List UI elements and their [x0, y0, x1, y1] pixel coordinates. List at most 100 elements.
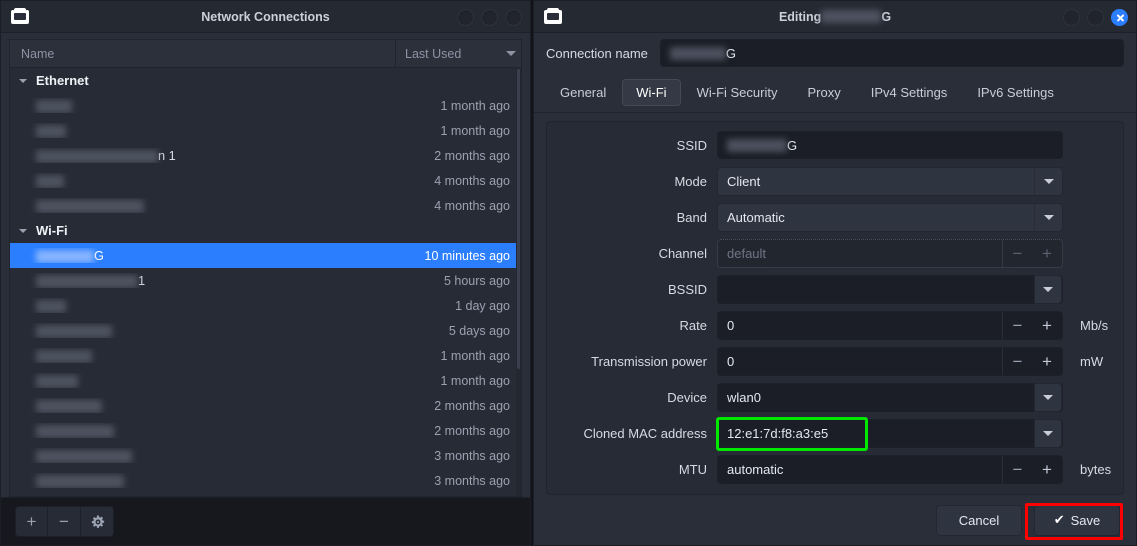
tab-ipv6-settings[interactable]: IPv6 Settings [963, 79, 1068, 106]
field-row-band: Band Automatic [559, 202, 1111, 232]
table-row[interactable]: xxxxn 1 2 months ago [10, 143, 521, 168]
field-row-bssid: BSSID [559, 274, 1111, 304]
rate-spinner[interactable]: 0 − + [717, 310, 1063, 340]
connection-name-cell: xxxxn 1 [10, 147, 409, 164]
chevron-down-icon[interactable] [1034, 203, 1062, 231]
table-row[interactable]: xxxx 1 month ago [10, 368, 521, 393]
ssid-input[interactable]: xxxxG [717, 131, 1063, 159]
table-row[interactable]: xxxx 2 months ago [10, 418, 521, 443]
connections-list: Name Last Used Ethernetxxxx1 month agoxx… [9, 39, 522, 497]
channel-decrement-button[interactable]: − [1002, 239, 1032, 267]
mode-dropdown[interactable]: Client [717, 166, 1063, 196]
field-row-rate: Rate 0 − + Mb/s [559, 310, 1111, 340]
table-row[interactable]: xxxxG 10 minutes ago [10, 243, 521, 268]
right-window-controls [1063, 1, 1128, 33]
table-row[interactable]: xxxx 1 day ago [10, 293, 521, 318]
field-label-ssid: SSID [676, 137, 707, 153]
transmission-power-spinner[interactable]: 0 − + [717, 346, 1063, 376]
chevron-down-icon[interactable] [1034, 382, 1062, 412]
tab-wi-fi[interactable]: Wi-Fi [622, 79, 681, 106]
transmission-power-increment-button[interactable]: + [1032, 348, 1062, 375]
close-button[interactable] [505, 8, 522, 26]
connection-name-row: Connection name xxxxxxxG [534, 33, 1136, 73]
field-control-device: wlan0 [717, 382, 1063, 412]
rate-decrement-button[interactable]: − [1002, 311, 1032, 339]
field-row-cloned-mac-address: Cloned MAC address 12:e1:7d:f8:a3:e5 [559, 416, 1111, 451]
table-row[interactable]: xxxx 5 days ago [10, 318, 521, 343]
rate-increment-button[interactable]: + [1032, 312, 1062, 339]
connection-name-cell: xxxx [10, 423, 409, 439]
last-used-cell: 3 months ago [434, 473, 510, 488]
cancel-button[interactable]: Cancel [936, 504, 1022, 536]
save-button[interactable]: ✔ Save [1034, 504, 1120, 536]
connection-name-cell: xxxx [10, 373, 409, 389]
device-dropdown[interactable]: wlan0 [717, 382, 1063, 412]
column-header-last-used[interactable]: Last Used [396, 47, 501, 61]
remove-connection-button[interactable]: − [48, 506, 81, 537]
settings-tabs: General Wi-Fi Wi-Fi Security Proxy IPv4 Sett… [534, 73, 1136, 113]
edit-connection-button[interactable] [81, 506, 114, 537]
last-used-cell: 5 hours ago [443, 273, 510, 288]
column-header-name[interactable]: Name [10, 47, 395, 61]
connection-name-suffix: 1 [138, 272, 146, 288]
table-row[interactable]: xxxx 1 month ago [10, 118, 521, 143]
field-row-mode: Mode Client [559, 166, 1111, 196]
list-scrollbar[interactable] [516, 67, 521, 496]
table-row[interactable]: xxxx 2 months ago [10, 393, 521, 418]
channel-spinner[interactable]: default − + [717, 238, 1063, 268]
mtu-spinner[interactable]: automatic − + [717, 454, 1063, 484]
left-toolbar: + − [1, 497, 530, 545]
sort-descending-icon[interactable] [501, 51, 521, 56]
group-expander-icon[interactable] [10, 228, 36, 233]
table-row[interactable]: xxxx 4 months ago [10, 193, 521, 218]
device-value: wlan0 [727, 389, 761, 405]
tab-general[interactable]: General [546, 79, 620, 106]
table-row[interactable]: xxxx3 months ago [10, 468, 521, 493]
transmission-power-decrement-button[interactable]: − [1002, 347, 1032, 375]
connection-name-cell: xxxx [10, 123, 409, 139]
redacted-connection-name: xxxx [36, 350, 92, 364]
table-row[interactable]: xxxx 4 months ago [10, 168, 521, 193]
connection-name-suffix: G [725, 45, 737, 61]
mtu-decrement-button[interactable]: − [1002, 455, 1032, 483]
band-dropdown[interactable]: Automatic [717, 202, 1063, 232]
field-control-band: Automatic [717, 202, 1063, 232]
add-connection-button[interactable]: + [15, 506, 48, 537]
close-icon[interactable] [1111, 8, 1128, 26]
table-row[interactable]: xxxx1 5 hours ago [10, 268, 521, 293]
scrollbar-thumb[interactable] [517, 69, 520, 369]
minimize-button[interactable] [1063, 8, 1080, 26]
mtu-increment-button[interactable]: + [1032, 456, 1062, 483]
redacted-connection-name: xxxx [36, 175, 64, 189]
cloned-mac-address-value: 12:e1:7d:f8:a3:e5 [727, 425, 829, 441]
table-row[interactable]: xxxx3 months ago [10, 493, 521, 496]
tab-ipv4-settings[interactable]: IPv4 Settings [857, 79, 962, 106]
bssid-dropdown[interactable] [717, 274, 1063, 304]
connection-name-cell: xxxx [10, 323, 409, 339]
tab-proxy[interactable]: Proxy [793, 79, 854, 106]
minimize-button[interactable] [457, 8, 474, 26]
maximize-button[interactable] [1087, 8, 1104, 26]
table-row[interactable]: xxxx 1 month ago [10, 343, 521, 368]
dialog-actions: Cancel ✔ Save [534, 495, 1136, 545]
channel-increment-button[interactable]: + [1032, 240, 1062, 267]
cloned-mac-address-dropdown[interactable]: 12:e1:7d:f8:a3:e5 [716, 416, 1063, 451]
chevron-down-icon[interactable] [1034, 167, 1062, 195]
connection-name-suffix: n 1 [158, 147, 176, 163]
group-expander-icon[interactable] [10, 78, 36, 83]
field-label-band: Band [676, 209, 707, 225]
table-row[interactable]: xxxx 1 month ago [10, 93, 521, 118]
left-titlebar: Network Connections [1, 1, 530, 33]
connection-name-input[interactable]: xxxxxxxG [659, 39, 1124, 67]
maximize-button[interactable] [481, 8, 498, 26]
chevron-down-icon[interactable] [1034, 274, 1062, 304]
chevron-down-icon[interactable] [1034, 418, 1062, 448]
table-row[interactable]: xxxx3 months ago [10, 443, 521, 468]
redacted-connection-name: xxxxxxx [821, 10, 882, 23]
last-used-cell: 1 day ago [455, 298, 510, 313]
tab-wi-fi-security[interactable]: Wi-Fi Security [683, 79, 792, 106]
list-group-ethernet[interactable]: Ethernet [10, 68, 521, 93]
redacted-connection-name: xxxx [36, 400, 102, 414]
list-group-wi-fi[interactable]: Wi-Fi [10, 218, 521, 243]
field-control-bssid [717, 274, 1063, 304]
